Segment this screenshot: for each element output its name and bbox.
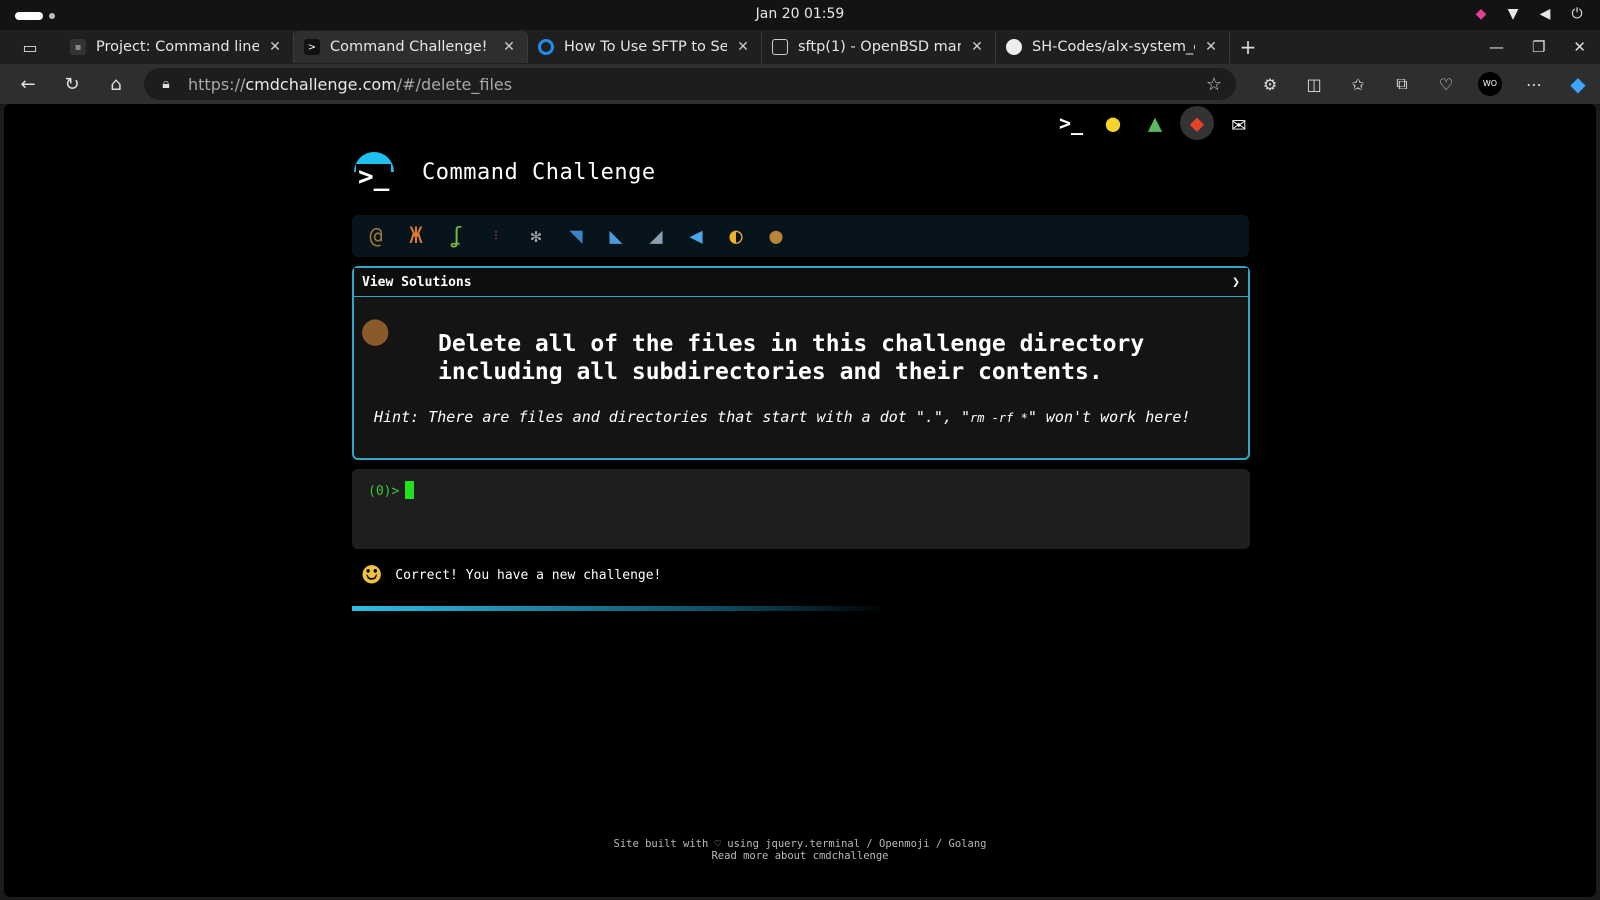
butterfly-icon[interactable]: Ж [398,218,434,254]
shark-icon[interactable]: ◢ [638,218,674,254]
close-icon[interactable]: ✕ [969,39,985,55]
url-text[interactable]: https://cmdchallenge.com/#/delete_files [188,75,1192,94]
close-icon[interactable]: ✕ [267,39,283,55]
fish-icon[interactable]: ◀ [678,218,714,254]
footer: Site built with ♡ using jquery.terminal … [4,838,1596,862]
tab-label: How To Use SFTP to Secur [564,39,727,55]
challenge-panel: View Solutions ❯ ● Delete all of the fil… [352,266,1250,460]
tab-openbsd-manual[interactable]: sftp(1) - OpenBSD manua ✕ [762,31,996,63]
document-favicon-icon [772,39,788,55]
shushing-face-icon[interactable]: ● [1096,106,1130,140]
dolphin-icon[interactable]: ◣ [598,218,634,254]
blowfish-icon: ● [362,304,389,355]
challenge-hint: Hint: There are files and directories th… [374,408,1190,426]
caterpillar-icon[interactable]: ʆ [438,218,474,254]
hint-text-end: " won't work here! [1027,408,1191,426]
terminal-favicon-icon: > [304,39,320,55]
feedback-row: ☻ Correct! You have a new challenge! [362,556,661,594]
volume-icon[interactable]: ◀ [1536,6,1554,22]
refresh-icon[interactable]: ↻ [50,74,94,95]
person-avatar-icon: ☻ [362,556,382,594]
address-bar[interactable]: 🔒︎ https://cmdchallenge.com/#/delete_fil… [144,68,1236,100]
close-icon[interactable]: ✕ [1203,39,1219,55]
mail-icon[interactable]: ✉ [1222,106,1256,140]
browser-essentials-icon[interactable]: ♡ [1424,75,1468,94]
site-header: >_ Command Challenge [352,150,656,194]
command-challenge-logo-icon: >_ [352,150,396,194]
terminal-cursor[interactable] [405,481,415,499]
close-window-icon[interactable]: ✕ [1573,38,1586,56]
close-icon[interactable]: ✕ [501,39,517,55]
favicon-icon: ▪ [70,39,86,55]
github-favicon-icon [1006,39,1022,55]
tab-project[interactable]: ▪ Project: Command line fo ✕ [60,31,294,63]
power-icon[interactable]: ⏻ [1568,6,1586,22]
hint-command: rm -rf * [970,411,1028,425]
spider-web-icon[interactable]: ✻ [518,218,554,254]
gitlab-icon[interactable]: ◆ [1180,106,1214,140]
level-bar: @ Ж ʆ ⁝ ✻ ◥ ◣ ◢ ◀ ◐ ● [352,215,1249,257]
page-title: Command Challenge [422,159,656,185]
os-top-bar: Jan 20 01:59 ◆ ▼ ◀ ⏻ [0,0,1600,30]
whale-icon[interactable]: ◥ [558,218,594,254]
tab-label: Command Challenge! [330,39,488,55]
chevron-right-icon: ❯ [1232,274,1240,290]
tab-actions-icon[interactable]: ▭ [0,30,60,64]
ant-icon[interactable]: ⁝ [478,218,514,254]
extensions-icon[interactable]: ⚙ [1248,75,1292,94]
minimize-icon[interactable]: — [1489,38,1504,56]
progress-bar [352,606,888,611]
tab-label: Project: Command line fo [96,39,259,55]
terminal[interactable]: (0)> [352,469,1250,549]
home-icon[interactable]: ⌂ [94,74,138,95]
copilot-icon[interactable]: ◆ [1556,72,1600,96]
challenge-description: Delete all of the files in this challeng… [438,331,1145,385]
hint-text: Hint: There are files and directories th… [374,408,971,426]
toolbar: ← ↻ ⌂ 🔒︎ https://cmdchallenge.com/#/dele… [0,64,1600,104]
tab-label: sftp(1) - OpenBSD manua [798,39,961,55]
footer-credits[interactable]: Site built with ♡ using jquery.terminal … [4,838,1596,850]
split-screen-icon[interactable]: ◫ [1292,75,1336,94]
favorites-icon[interactable]: ✩ [1336,75,1380,94]
snail-icon[interactable]: @ [358,218,394,254]
url-scheme: https:// [188,74,246,94]
wifi-icon[interactable]: ▼ [1504,6,1522,22]
close-icon[interactable]: ✕ [735,39,751,55]
lock-icon[interactable]: 🔒︎ [144,76,188,92]
view-solutions-toggle[interactable]: View Solutions ❯ [354,268,1248,297]
tab-strip: ▭ ▪ Project: Command line fo ✕ > Command… [0,30,1600,64]
url-path: /#/delete_files [396,74,513,94]
digitalocean-favicon-icon [538,39,554,55]
feedback-message: Correct! You have a new challenge! [395,567,662,583]
tab-sftp-guide[interactable]: How To Use SFTP to Secur ✕ [528,31,762,63]
favorite-star-icon[interactable]: ☆ [1192,74,1236,95]
back-icon[interactable]: ← [6,74,50,95]
tropical-fish-icon[interactable]: ◐ [718,218,754,254]
tab-command-challenge[interactable]: > Command Challenge! ✕ [294,31,528,63]
terminal-prompt: (0)> [368,484,400,499]
clock[interactable]: Jan 20 01:59 [0,6,1600,22]
new-tab-button[interactable]: + [1230,35,1266,59]
profile-avatar[interactable]: WO [1478,72,1502,96]
tree-icon[interactable]: ▲ [1138,106,1172,140]
footer-about-link[interactable]: Read more about cmdchallenge [4,850,1596,862]
tab-github-repo[interactable]: SH-Codes/alx-system_eng ✕ [996,31,1230,63]
header-links: >_ ● ▲ ◆ ✉ [1054,106,1256,140]
blowfish-icon[interactable]: ● [758,218,794,254]
web-page: >_ ● ▲ ◆ ✉ >_ Command Challenge @ Ж ʆ ⁝ … [4,104,1596,897]
restore-icon[interactable]: ❐ [1532,38,1545,56]
app-indicator-icon[interactable]: ◆ [1472,6,1490,22]
url-host: cmdchallenge.com [245,74,397,94]
collections-icon[interactable]: ⧉ [1380,74,1424,94]
terminal-logo-icon[interactable]: >_ [1054,106,1088,140]
more-menu-icon[interactable]: ⋯ [1512,75,1556,94]
view-solutions-label: View Solutions [362,274,472,290]
tab-label: SH-Codes/alx-system_eng [1032,39,1195,55]
